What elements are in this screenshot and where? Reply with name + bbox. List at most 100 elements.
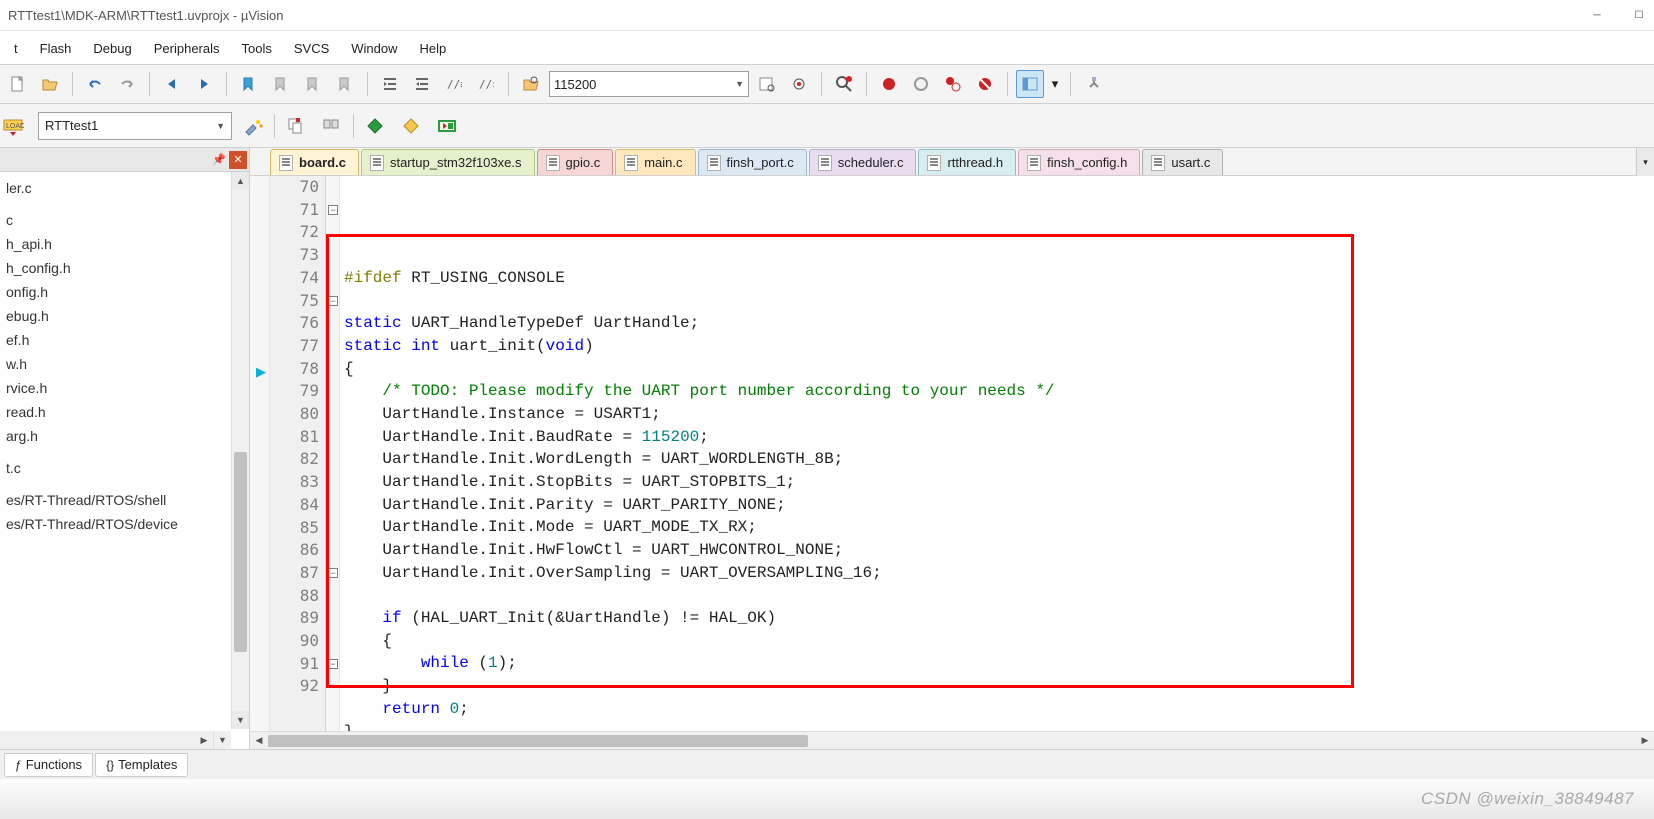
editor-tab[interactable]: startup_stm32f103xe.s xyxy=(361,149,535,175)
fold-toggle[interactable]: − xyxy=(328,296,338,306)
search-combo[interactable]: 115200 ▼ xyxy=(549,71,749,97)
editor-tab[interactable]: board.c xyxy=(270,149,359,175)
window-layout-dd[interactable]: ▾ xyxy=(1048,70,1062,98)
breakpoint-insert-button[interactable] xyxy=(875,70,903,98)
nav-back-button[interactable] xyxy=(158,70,186,98)
editor-tab[interactable]: main.c xyxy=(615,149,695,175)
menu-tools[interactable]: Tools xyxy=(232,37,282,60)
code-line[interactable] xyxy=(344,244,1654,267)
fold-toggle[interactable]: − xyxy=(328,568,338,578)
configure-button[interactable] xyxy=(1079,70,1107,98)
tree-node[interactable]: arg.h xyxy=(0,424,249,448)
rebuild-button[interactable] xyxy=(396,111,426,141)
code-line[interactable]: UartHandle.Init.Parity = UART_PARITY_NON… xyxy=(344,494,1654,517)
code-line[interactable]: { xyxy=(344,630,1654,653)
tree-node[interactable]: c xyxy=(0,208,249,232)
tree-node[interactable]: t.c xyxy=(0,456,249,480)
editor-hscrollbar[interactable]: ◀ ▶ xyxy=(250,731,1654,749)
tree-node[interactable]: es/RT-Thread/RTOS/device xyxy=(0,512,249,536)
build-button[interactable] xyxy=(360,111,390,141)
tree-node[interactable]: onfig.h xyxy=(0,280,249,304)
debug-start-button[interactable] xyxy=(785,70,813,98)
redo-button[interactable] xyxy=(113,70,141,98)
menu-svcs[interactable]: SVCS xyxy=(284,37,339,60)
sidebar-vscrollbar[interactable]: ▲ ▼ xyxy=(231,172,249,729)
bottom-tab-templates[interactable]: {}Templates xyxy=(95,753,188,777)
options-button[interactable] xyxy=(238,111,268,141)
uncomment-button[interactable]: //× xyxy=(472,70,500,98)
fold-toggle[interactable]: − xyxy=(328,205,338,215)
code-line[interactable]: { xyxy=(344,358,1654,381)
scroll-right-button[interactable]: ▶ xyxy=(195,731,213,749)
outdent-button[interactable] xyxy=(408,70,436,98)
tree-node[interactable]: ler.c xyxy=(0,176,249,200)
code-line[interactable]: static int uart_init(void) xyxy=(344,335,1654,358)
tree-node[interactable]: read.h xyxy=(0,400,249,424)
editor-tab[interactable]: gpio.c xyxy=(537,149,614,175)
code-line[interactable] xyxy=(344,289,1654,312)
scroll-down-button[interactable]: ▼ xyxy=(232,711,249,729)
code-line[interactable]: UartHandle.Init.Mode = UART_MODE_TX_RX; xyxy=(344,516,1654,539)
editor-tab[interactable]: scheduler.c xyxy=(809,149,917,175)
code-line[interactable]: static UART_HandleTypeDef UartHandle; xyxy=(344,312,1654,335)
undo-button[interactable] xyxy=(81,70,109,98)
pin-button[interactable]: 📌 xyxy=(211,152,227,168)
open-button[interactable] xyxy=(36,70,64,98)
menu-flash[interactable]: Flash xyxy=(30,37,82,60)
find-in-files-button[interactable] xyxy=(517,70,545,98)
window-layout-button[interactable] xyxy=(1016,70,1044,98)
scroll-menu-button[interactable]: ▼ xyxy=(213,731,231,749)
menu-t[interactable]: t xyxy=(4,37,28,60)
chevron-down-icon[interactable]: ▼ xyxy=(735,79,744,89)
incremental-find-button[interactable] xyxy=(753,70,781,98)
editor-tab[interactable]: finsh_port.c xyxy=(698,149,807,175)
close-panel-button[interactable]: ✕ xyxy=(229,151,247,169)
sidebar-hscrollbar[interactable]: ▶ ▼ xyxy=(0,731,231,749)
bottom-tab-functions[interactable]: ƒFunctions xyxy=(4,753,93,777)
breakpoint-disable-button[interactable] xyxy=(939,70,967,98)
menu-peripherals[interactable]: Peripherals xyxy=(144,37,230,60)
bookmark-toggle-button[interactable] xyxy=(235,70,263,98)
minimize-button[interactable]: ─ xyxy=(1590,8,1604,22)
editor-tab[interactable]: usart.c xyxy=(1142,149,1223,175)
code-line[interactable]: UartHandle.Init.WordLength = UART_WORDLE… xyxy=(344,448,1654,471)
code-line[interactable]: UartHandle.Init.HwFlowCtl = UART_HWCONTR… xyxy=(344,539,1654,562)
editor-tab[interactable]: finsh_config.h xyxy=(1018,149,1140,175)
scroll-right-button[interactable]: ▶ xyxy=(1636,732,1654,750)
code-editor[interactable]: #ifdef RT_USING_CONSOLEstatic UART_Handl… xyxy=(340,176,1654,731)
tree-node[interactable]: h_config.h xyxy=(0,256,249,280)
bookmark-clear-button[interactable] xyxy=(331,70,359,98)
tree-node[interactable]: w.h xyxy=(0,352,249,376)
code-line[interactable]: } xyxy=(344,675,1654,698)
fold-gutter[interactable]: − − − − xyxy=(326,176,340,731)
bookmark-next-button[interactable] xyxy=(299,70,327,98)
scroll-thumb[interactable] xyxy=(268,735,808,747)
target-combo[interactable]: RTTtest1 ▼ xyxy=(38,112,232,140)
manage-books-button[interactable] xyxy=(317,111,347,141)
breakpoint-margin[interactable]: ▶ xyxy=(250,176,270,731)
menu-help[interactable]: Help xyxy=(410,37,457,60)
new-file-button[interactable] xyxy=(4,70,32,98)
debug-magnifier-button[interactable] xyxy=(830,70,858,98)
breakpoint-enable-button[interactable] xyxy=(907,70,935,98)
code-line[interactable] xyxy=(344,584,1654,607)
bookmark-prev-button[interactable] xyxy=(267,70,295,98)
nav-forward-button[interactable] xyxy=(190,70,218,98)
code-line[interactable]: #ifdef RT_USING_CONSOLE xyxy=(344,267,1654,290)
breakpoint-killall-button[interactable] xyxy=(971,70,999,98)
code-line[interactable]: return 0; xyxy=(344,698,1654,721)
tree-node[interactable]: ebug.h xyxy=(0,304,249,328)
tree-node[interactable]: rvice.h xyxy=(0,376,249,400)
code-line[interactable]: UartHandle.Init.BaudRate = 115200; xyxy=(344,426,1654,449)
tree-node[interactable]: h_api.h xyxy=(0,232,249,256)
editor-tab[interactable]: rtthread.h xyxy=(918,149,1016,175)
code-line[interactable]: while (1); xyxy=(344,652,1654,675)
menu-window[interactable]: Window xyxy=(341,37,407,60)
file-extensions-button[interactable] xyxy=(281,111,311,141)
code-line[interactable]: UartHandle.Init.OverSampling = UART_OVER… xyxy=(344,562,1654,585)
chevron-down-icon[interactable]: ▼ xyxy=(216,121,225,131)
code-line[interactable]: } xyxy=(344,721,1654,731)
fold-toggle[interactable]: − xyxy=(328,659,338,669)
tab-overflow-button[interactable]: ▾ xyxy=(1636,148,1654,176)
menu-debug[interactable]: Debug xyxy=(83,37,141,60)
